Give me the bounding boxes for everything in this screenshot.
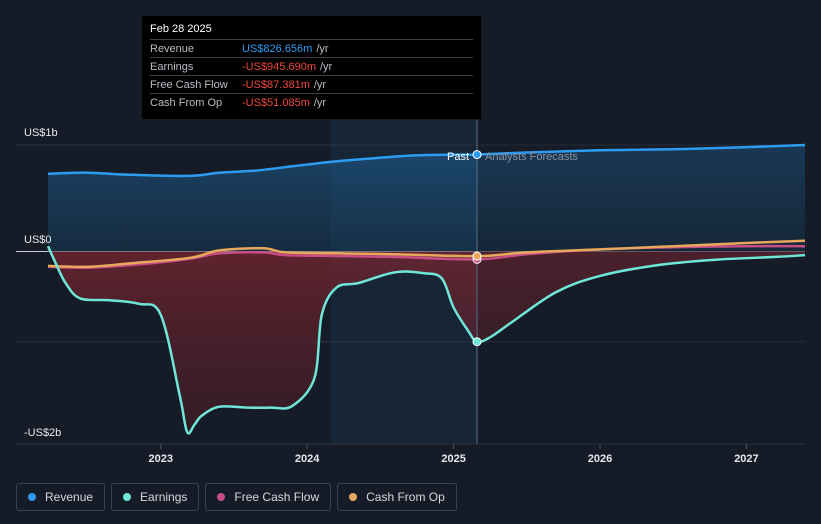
legend-label: Revenue: [45, 490, 94, 504]
tooltip-row-earnings: Earnings -US$945.690m /yr: [150, 57, 473, 75]
tooltip-value: -US$51.085m: [242, 96, 310, 109]
tooltip-unit: /yr: [313, 78, 327, 91]
tooltip-date: Feb 28 2025: [150, 23, 212, 35]
earnings-marker: [472, 337, 482, 347]
tooltip-label: Earnings: [150, 60, 194, 73]
y-axis-label-bottom: -US$2b: [24, 427, 61, 439]
tooltip-unit: /yr: [316, 42, 329, 55]
legend-item-free-cash-flow[interactable]: Free Cash Flow: [205, 483, 332, 511]
cash-from-op-marker: [472, 251, 482, 261]
x-tick-label: 2027: [734, 453, 758, 465]
tooltip-unit: /yr: [320, 60, 333, 73]
y-axis-label-top: US$1b: [24, 127, 58, 139]
tooltip-label: Free Cash Flow: [150, 78, 228, 91]
revenue-marker: [472, 150, 482, 160]
x-tick-label: 2025: [441, 453, 465, 465]
tooltip-value: US$826.656m: [242, 42, 313, 55]
legend-label: Cash From Op: [366, 490, 445, 504]
legend-label: Free Cash Flow: [234, 490, 320, 504]
tooltip-unit: /yr: [313, 96, 327, 109]
x-tick-label: 2026: [588, 453, 612, 465]
tooltip-row-revenue: Revenue US$826.656m /yr: [150, 39, 473, 57]
x-tick-label: 2024: [295, 453, 320, 465]
legend-dot-icon: [217, 493, 226, 501]
tooltip-label: Revenue: [150, 42, 195, 55]
legend-item-earnings[interactable]: Earnings: [111, 483, 200, 511]
legend-dot-icon: [349, 493, 358, 501]
legend-dot-icon: [28, 493, 36, 501]
legend: Revenue Earnings Free Cash Flow Cash Fro…: [16, 483, 457, 511]
tooltip: Feb 28 2025 Revenue US$826.656m /yr Earn…: [142, 16, 481, 119]
legend-item-cash-from-op[interactable]: Cash From Op: [337, 483, 457, 511]
legend-item-revenue[interactable]: Revenue: [16, 483, 106, 511]
tooltip-row-cash-from-op: Cash From Op -US$51.085m /yr: [150, 93, 473, 111]
y-axis-label-zero: US$0: [24, 234, 52, 246]
forecast-overlay: [477, 120, 805, 444]
tooltip-label: Cash From Op: [150, 96, 223, 109]
x-tick-label: 2023: [149, 453, 173, 465]
tooltip-value: -US$945.690m: [242, 60, 316, 73]
tooltip-value: -US$87.381m: [242, 78, 310, 91]
legend-dot-icon: [123, 493, 132, 501]
past-label: Past: [447, 151, 469, 163]
legend-label: Earnings: [140, 490, 188, 504]
tooltip-row-free-cash-flow: Free Cash Flow -US$87.381m /yr: [150, 75, 473, 93]
forecast-label: Analysts Forecasts: [485, 151, 578, 163]
